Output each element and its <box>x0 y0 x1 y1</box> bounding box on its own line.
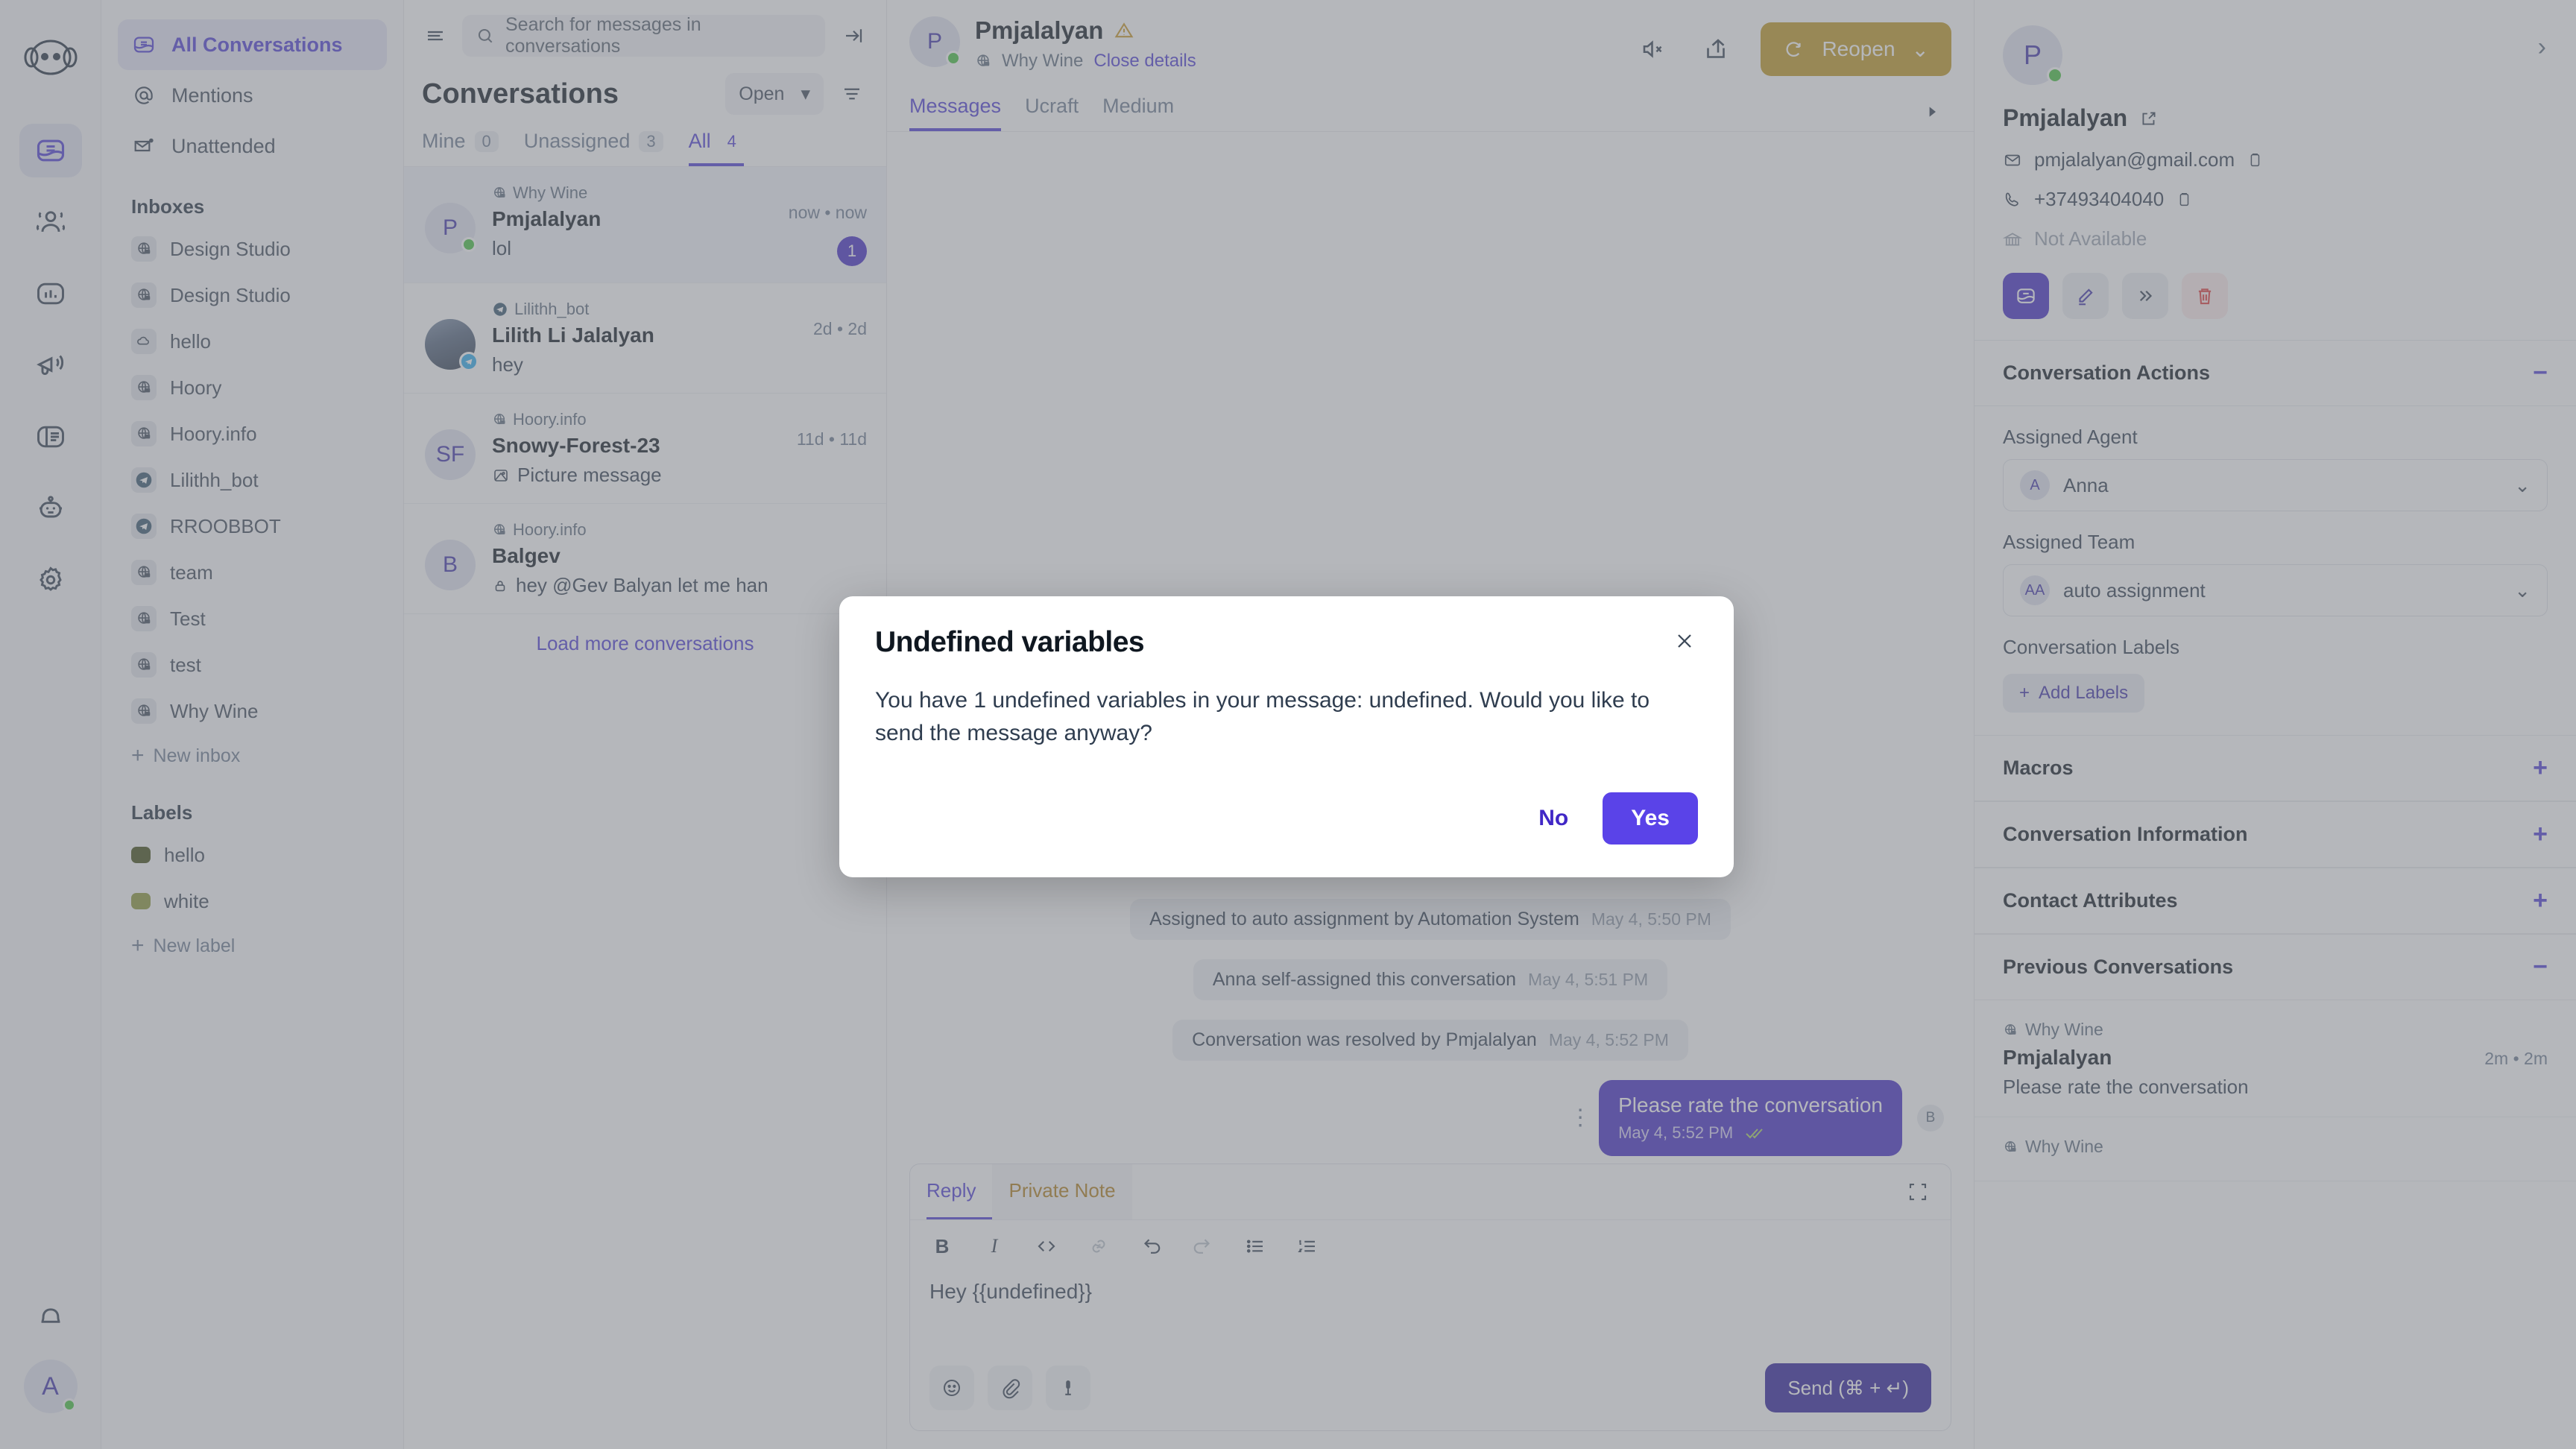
dialog-body: You have 1 undefined variables in your m… <box>875 688 1650 745</box>
dialog-title: Undefined variables <box>875 626 1145 658</box>
no-button[interactable]: No <box>1525 795 1582 842</box>
yes-button[interactable]: Yes <box>1603 792 1698 845</box>
undefined-variables-dialog: Undefined variables You have 1 undefined… <box>839 596 1734 877</box>
app-root: A All Conversations Mentions Unattended … <box>0 0 2576 1449</box>
close-icon[interactable] <box>1668 625 1701 657</box>
